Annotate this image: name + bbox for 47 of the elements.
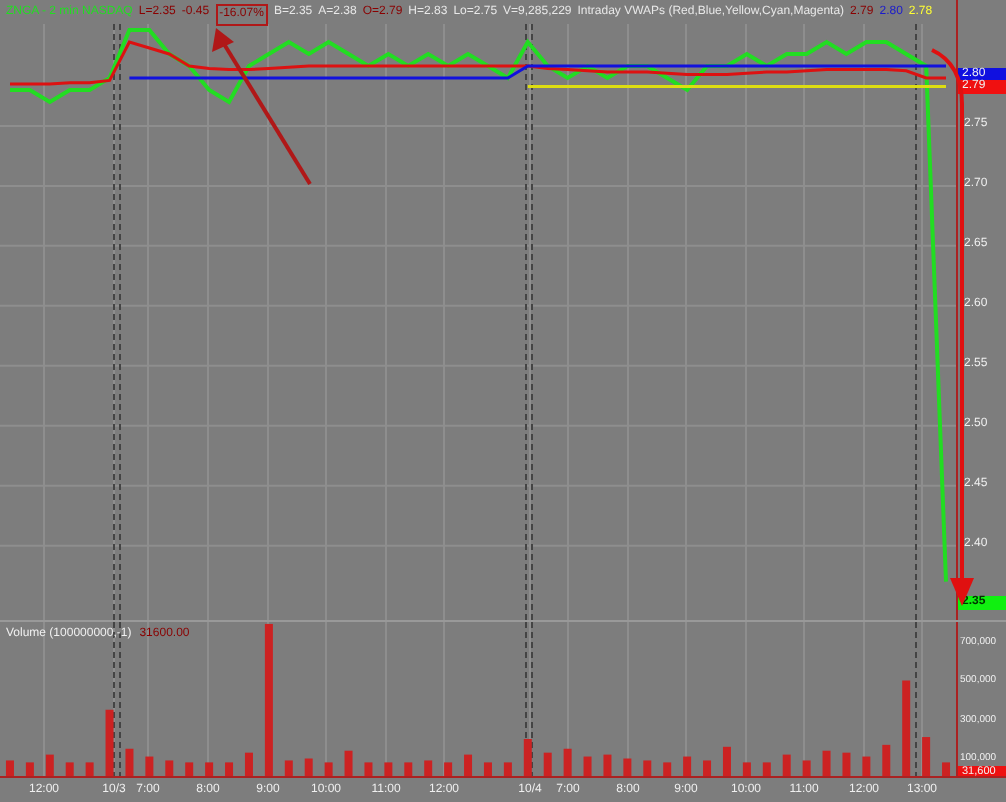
- volume-bar: [862, 756, 871, 778]
- volume-bar: [464, 754, 473, 778]
- volume-bar: [822, 750, 831, 778]
- volume-bar: [284, 760, 293, 778]
- volume-bar: [65, 762, 74, 778]
- volume-bar: [623, 758, 632, 778]
- volume-bar: [523, 739, 532, 778]
- volume-bar: [304, 758, 313, 778]
- volume-bar: [603, 754, 612, 778]
- volume-bar: [683, 756, 692, 778]
- volume-bar: [444, 762, 453, 778]
- volume-bar: [324, 762, 333, 778]
- volume-bar: [483, 762, 492, 778]
- volume-bar: [85, 762, 94, 778]
- volume-bar: [643, 760, 652, 778]
- volume-bar: [364, 762, 373, 778]
- volume-bar: [185, 762, 194, 778]
- volume-bar: [25, 762, 34, 778]
- volume-bar: [942, 762, 951, 778]
- volume-bar: [424, 760, 433, 778]
- volume-bar: [563, 748, 572, 778]
- volume-bar: [902, 680, 911, 778]
- volume-bar: [344, 750, 353, 778]
- volume-bar: [404, 762, 413, 778]
- volume-bar: [762, 762, 771, 778]
- volume-bar: [882, 744, 891, 778]
- volume-bar: [105, 709, 114, 778]
- volume-bar: [543, 752, 552, 778]
- volume-bar: [583, 756, 592, 778]
- volume-bar: [703, 760, 712, 778]
- volume-bar: [45, 754, 54, 778]
- volume-bar: [782, 754, 791, 778]
- volume-bar: [663, 762, 672, 778]
- volume-bar: [205, 762, 214, 778]
- volume-bar: [145, 756, 154, 778]
- volume-bar: [5, 760, 14, 778]
- volume-bar: [802, 760, 811, 778]
- volume-bar: [722, 746, 731, 778]
- volume-bar: [922, 737, 931, 778]
- volume-bar: [503, 762, 512, 778]
- volume-bar: [842, 752, 851, 778]
- volume-bar: [165, 760, 174, 778]
- volume-bar: [225, 762, 234, 778]
- volume-bar: [742, 762, 751, 778]
- volume-bar: [125, 748, 134, 778]
- volume-bar: [384, 762, 393, 778]
- volume-bar: [244, 752, 253, 778]
